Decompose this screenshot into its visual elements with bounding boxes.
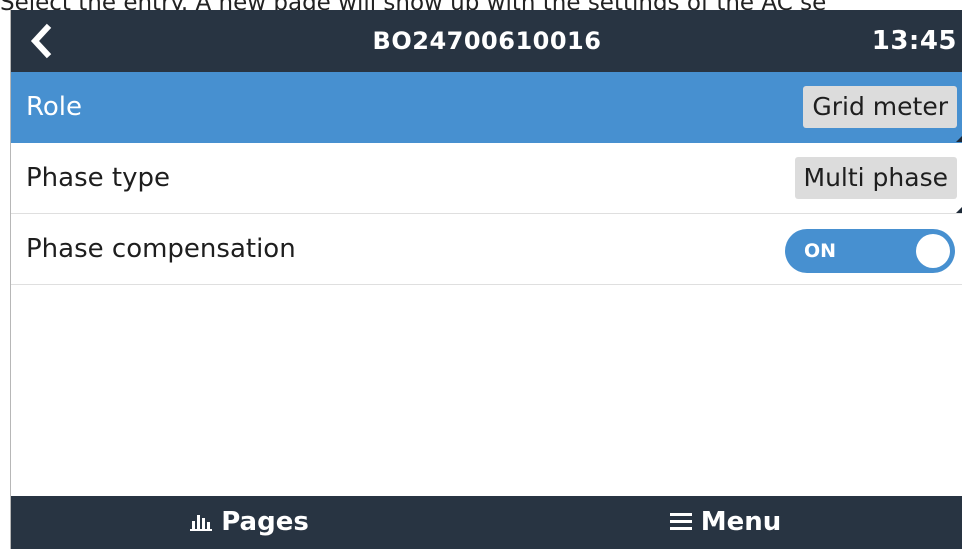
role-value-dropdown[interactable]: Grid meter	[803, 86, 957, 128]
device-display: BO24700610016 13:45 Role Grid meter Phas…	[10, 10, 962, 549]
header-bar: BO24700610016 13:45	[11, 10, 962, 72]
setting-label-phase-type: Phase type	[26, 163, 170, 193]
phase-type-value-dropdown[interactable]: Multi phase	[794, 157, 957, 199]
settings-list: Role Grid meter Phase type Multi phase P…	[11, 72, 962, 285]
pages-label: Pages	[221, 507, 309, 537]
setting-row-phase-compensation[interactable]: Phase compensation ON	[11, 214, 962, 285]
menu-label: Menu	[700, 507, 782, 537]
hamburger-menu-icon	[669, 510, 693, 532]
clock: 13:45	[871, 26, 957, 56]
pages-button[interactable]: Pages	[11, 496, 487, 549]
setting-label-phase-compensation: Phase compensation	[26, 234, 296, 264]
toggle-state-label: ON	[804, 240, 837, 262]
page-title: BO24700610016	[372, 27, 602, 55]
toggle-knob	[916, 234, 950, 268]
chevron-left-icon	[30, 23, 52, 59]
phase-compensation-toggle[interactable]: ON	[785, 229, 955, 273]
setting-row-phase-type[interactable]: Phase type Multi phase	[11, 143, 962, 214]
setting-row-role[interactable]: Role Grid meter	[11, 72, 962, 143]
screen: Select the entry. A new page will show u…	[0, 0, 962, 549]
bar-chart-icon	[189, 510, 213, 532]
dropdown-corner-indicator	[956, 206, 962, 213]
dropdown-corner-indicator	[956, 135, 962, 142]
setting-label-role: Role	[26, 92, 83, 122]
menu-button[interactable]: Menu	[487, 496, 962, 549]
back-button[interactable]	[21, 18, 61, 64]
footer-bar: Pages Menu	[11, 496, 962, 549]
